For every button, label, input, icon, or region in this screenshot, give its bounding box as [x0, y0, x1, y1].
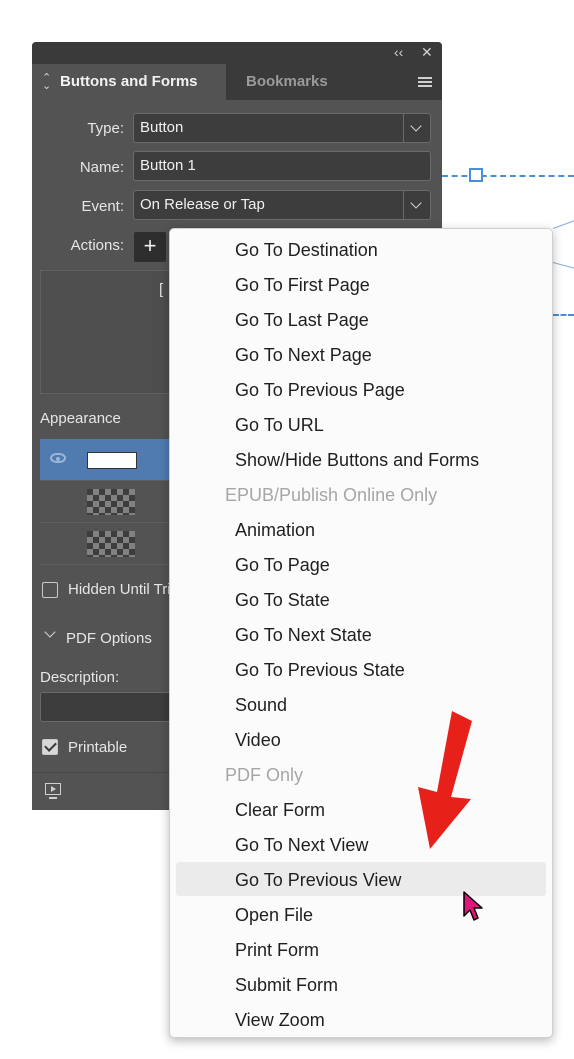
- menu-item-go-to-previous-state[interactable]: Go To Previous State: [235, 659, 405, 681]
- menu-header-pdf-only: PDF Only: [225, 765, 304, 785]
- canvas-guide-diagonal: [552, 217, 574, 229]
- tab-buttons-and-forms[interactable]: ⌃ ⌄ Buttons and Forms: [32, 64, 226, 100]
- event-label: Event:: [81, 198, 124, 215]
- menu-item-video[interactable]: Video: [235, 729, 281, 751]
- menu-item-go-to-previous-view[interactable]: Go To Previous View: [235, 869, 401, 891]
- menu-item-view-zoom[interactable]: View Zoom: [235, 1009, 325, 1031]
- printable-label: Printable: [68, 739, 128, 756]
- hidden-until-label: Hidden Until Tri: [68, 581, 171, 598]
- panel-menu-icon[interactable]: [418, 77, 432, 88]
- actions-list-text: [: [159, 281, 164, 298]
- event-value: On Release or Tap: [140, 196, 265, 213]
- menu-item-go-to-next-view[interactable]: Go To Next View: [235, 834, 368, 856]
- tab-bookmarks[interactable]: Bookmarks: [246, 73, 328, 90]
- appearance-label: Appearance: [40, 410, 121, 427]
- eye-icon[interactable]: [50, 453, 66, 463]
- menu-item-go-to-last-page[interactable]: Go To Last Page: [235, 309, 369, 331]
- close-icon[interactable]: ✕: [421, 44, 433, 60]
- menu-item-go-to-next-state[interactable]: Go To Next State: [235, 624, 372, 646]
- arrow-shape: [418, 711, 472, 849]
- menu-item-go-to-url[interactable]: Go To URL: [235, 414, 324, 436]
- chevron-down-icon[interactable]: [44, 626, 56, 638]
- appearance-swatch: [87, 452, 137, 469]
- canvas-guide-diagonal: [552, 262, 574, 271]
- appearance-swatch: [87, 489, 135, 515]
- menu-item-sound[interactable]: Sound: [235, 694, 287, 716]
- menu-item-go-to-page[interactable]: Go To Page: [235, 554, 330, 576]
- type-value: Button: [140, 119, 184, 136]
- dropdown-chevron-icon[interactable]: [403, 191, 430, 219]
- actions-dropdown-menu: Go To Destination Go To First Page Go To…: [169, 228, 553, 1038]
- type-dropdown[interactable]: Button: [133, 113, 431, 143]
- tab-sort-icon: ⌃ ⌄: [42, 72, 52, 92]
- preview-icon[interactable]: [45, 783, 61, 799]
- menu-item-go-to-previous-page[interactable]: Go To Previous Page: [235, 379, 405, 401]
- name-value: Button 1: [140, 157, 196, 174]
- event-dropdown[interactable]: On Release or Tap: [133, 190, 431, 220]
- canvas-guide-top: [442, 175, 574, 177]
- hidden-until-checkbox[interactable]: [42, 582, 58, 598]
- pdf-options-label[interactable]: PDF Options: [66, 630, 152, 647]
- menu-item-show-hide-buttons[interactable]: Show/Hide Buttons and Forms: [235, 449, 479, 471]
- type-label: Type:: [87, 120, 124, 137]
- menu-item-print-form[interactable]: Print Form: [235, 939, 319, 961]
- plus-icon: +: [143, 233, 157, 258]
- tab-label: Buttons and Forms: [60, 73, 198, 90]
- menu-item-animation[interactable]: Animation: [235, 519, 315, 541]
- panel-tab-row: ⌃ ⌄ Buttons and Forms Bookmarks: [32, 64, 442, 100]
- name-label: Name:: [79, 159, 124, 176]
- menu-item-go-to-next-page[interactable]: Go To Next Page: [235, 344, 372, 366]
- actions-label: Actions:: [70, 237, 124, 254]
- canvas-guide-bottom: [553, 314, 574, 316]
- canvas-guide-node: [469, 168, 483, 182]
- cursor-shape: [463, 891, 483, 921]
- dropdown-chevron-icon[interactable]: [403, 114, 430, 142]
- collapse-icon[interactable]: ‹‹: [394, 44, 403, 60]
- menu-header-epub: EPUB/Publish Online Only: [225, 485, 438, 505]
- panel-title-bar: ‹‹ ✕: [32, 42, 442, 64]
- name-field[interactable]: Button 1: [133, 151, 431, 181]
- menu-item-open-file[interactable]: Open File: [235, 904, 313, 926]
- menu-item-go-to-destination[interactable]: Go To Destination: [235, 239, 378, 261]
- add-action-button[interactable]: +: [134, 232, 166, 262]
- menu-item-submit-form[interactable]: Submit Form: [235, 974, 338, 996]
- red-arrow-annotation: [418, 711, 472, 849]
- appearance-swatch: [87, 531, 135, 557]
- menu-item-clear-form[interactable]: Clear Form: [235, 799, 325, 821]
- mouse-cursor-icon: [463, 891, 483, 921]
- menu-item-go-to-first-page[interactable]: Go To First Page: [235, 274, 370, 296]
- printable-checkbox[interactable]: [42, 739, 58, 755]
- menu-item-go-to-state[interactable]: Go To State: [235, 589, 330, 611]
- description-label: Description:: [40, 669, 120, 686]
